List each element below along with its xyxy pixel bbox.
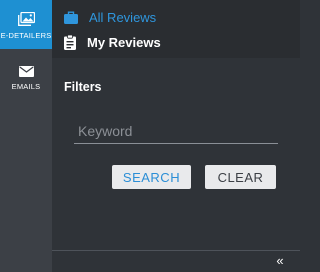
nav-item-label: My Reviews xyxy=(87,34,161,50)
collapse-panel-icon[interactable]: « xyxy=(272,254,288,267)
nav-item-my-reviews[interactable]: My Reviews xyxy=(64,33,161,51)
clipboard-icon xyxy=(64,34,76,50)
briefcase-icon xyxy=(64,11,78,24)
clear-button[interactable]: CLEAR xyxy=(205,165,276,189)
reviews-panel: All Reviews My Reviews Filters SEARCH CL… xyxy=(52,0,300,272)
images-icon xyxy=(17,12,35,26)
keyword-input[interactable] xyxy=(74,118,278,144)
nav-item-label: All Reviews xyxy=(89,9,157,25)
left-rail: E-DETAILERS EMAILS xyxy=(0,0,52,272)
search-button[interactable]: SEARCH xyxy=(112,165,191,189)
rail-item-label: EMAILS xyxy=(11,82,41,91)
filters-heading: Filters xyxy=(64,80,102,94)
rail-item-label: E-DETAILERS xyxy=(0,31,52,40)
reviews-nav: All Reviews My Reviews xyxy=(52,0,300,58)
rail-item-e-detailers[interactable]: E-DETAILERS xyxy=(0,0,52,49)
footer-divider xyxy=(52,250,300,251)
rail-item-emails[interactable]: EMAILS xyxy=(0,62,52,102)
mail-icon xyxy=(18,66,34,77)
nav-item-all-reviews[interactable]: All Reviews xyxy=(64,8,156,26)
